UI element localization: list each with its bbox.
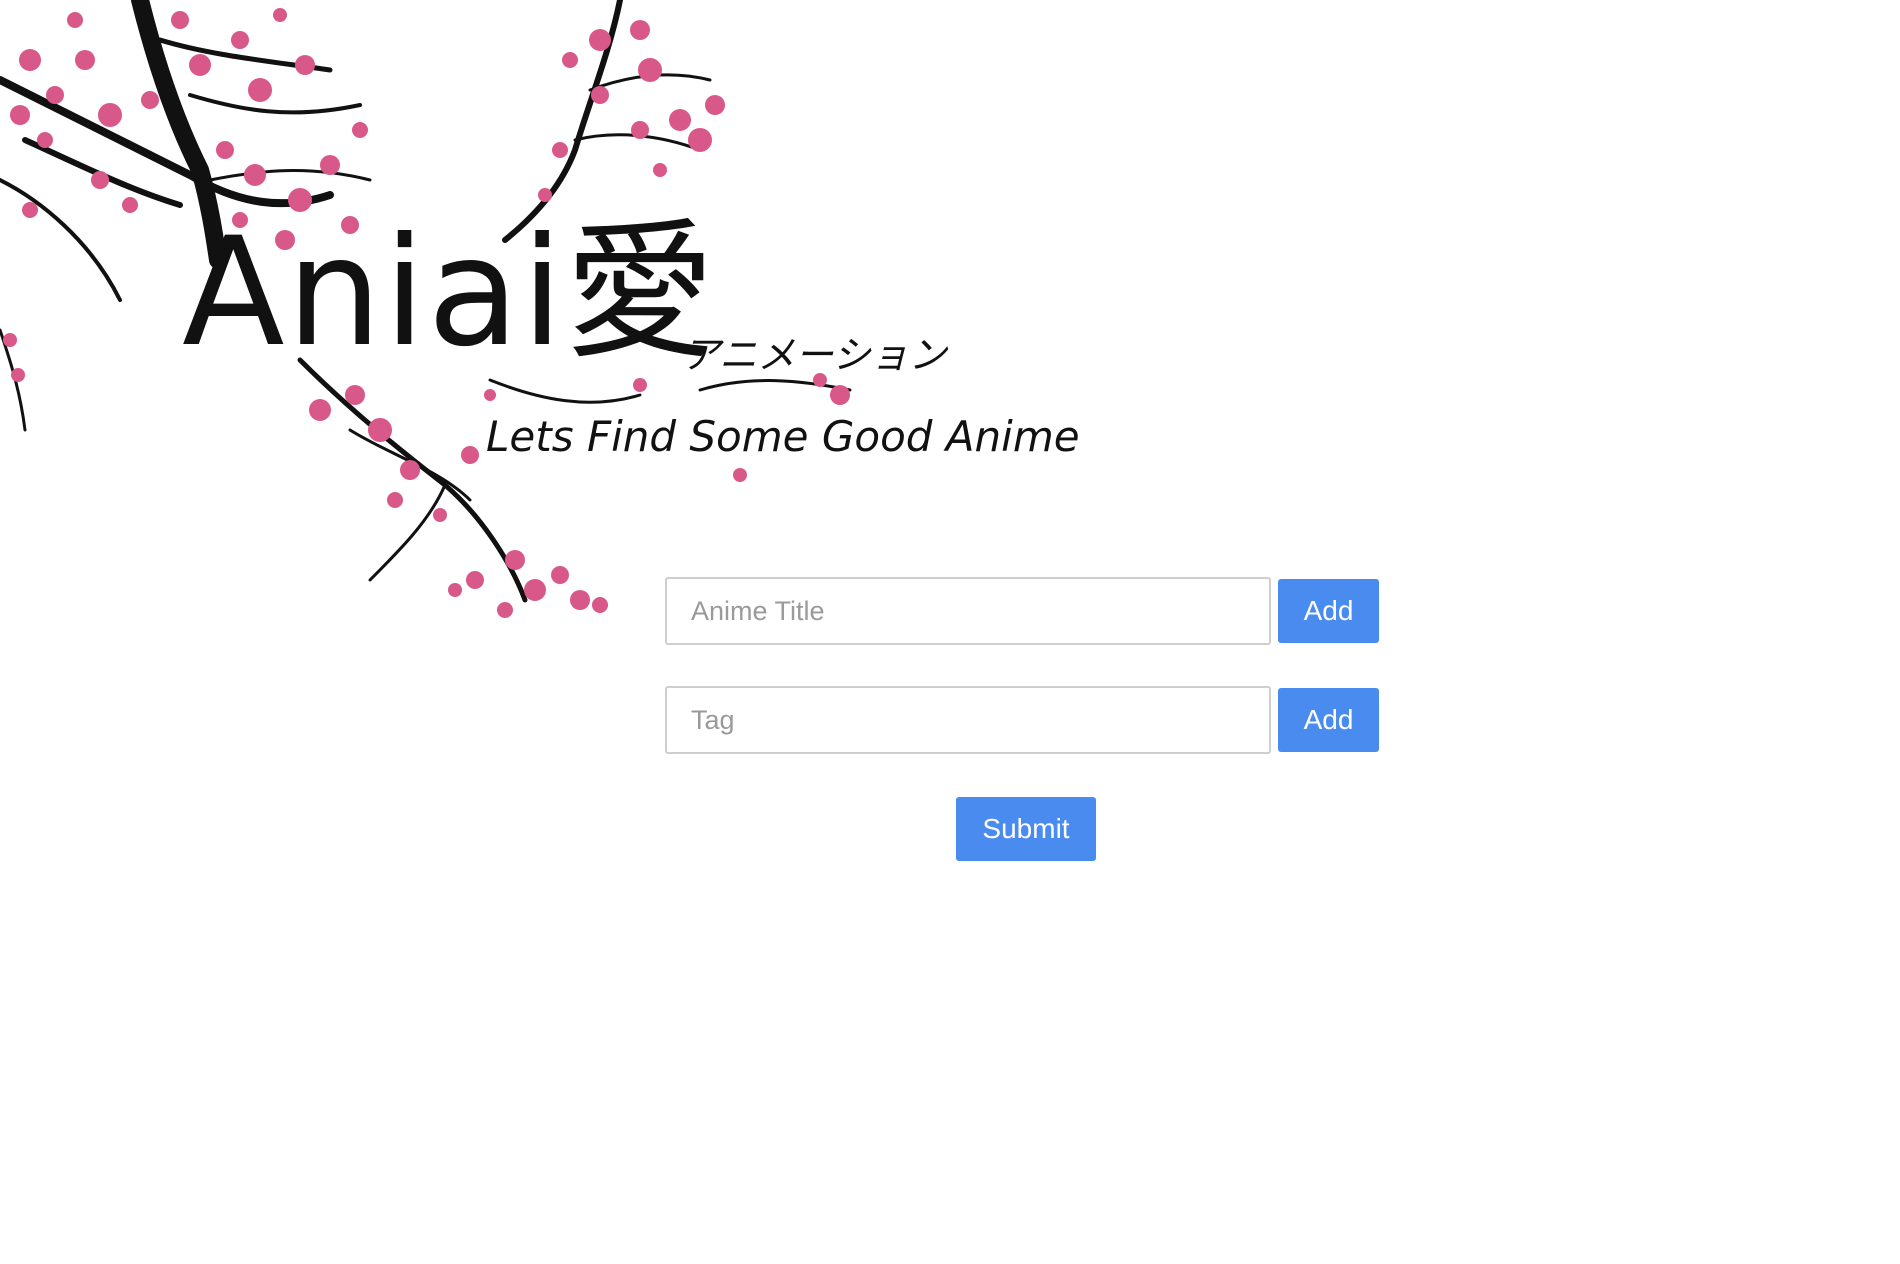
add-title-button[interactable]: Add <box>1278 579 1379 643</box>
app-page: Aniai愛 アニメーション Lets Find Some Good Anime… <box>0 0 1900 1264</box>
submit-button[interactable]: Submit <box>956 797 1096 861</box>
add-tag-button[interactable]: Add <box>1278 688 1379 752</box>
anime-title-row: Add <box>665 577 1382 645</box>
logo-subtitle: アニメーション <box>682 333 947 377</box>
tag-input[interactable] <box>665 686 1271 754</box>
anime-title-input[interactable] <box>665 577 1271 645</box>
tag-row: Add <box>665 686 1382 754</box>
logo-wordmark: Aniai愛 <box>182 206 717 380</box>
tagline: Lets Find Some Good Anime <box>486 412 1080 461</box>
